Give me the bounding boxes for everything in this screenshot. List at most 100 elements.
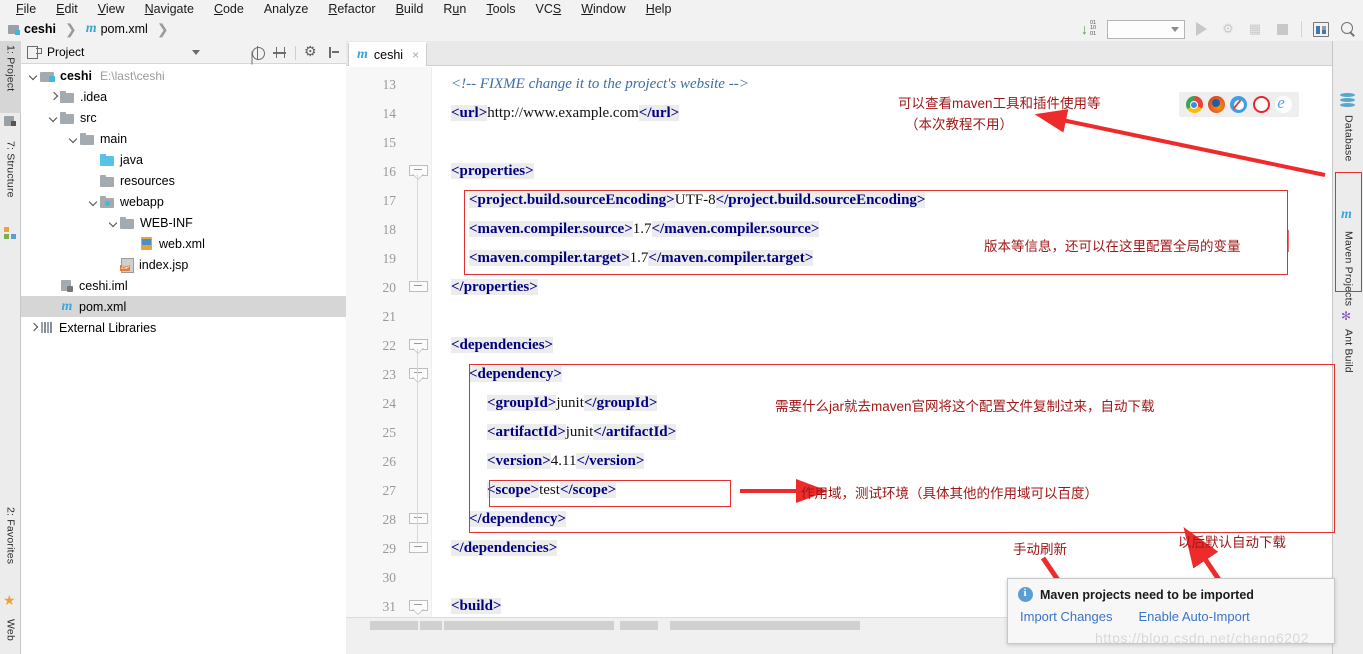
- horizontal-scrollbar[interactable]: [370, 621, 1000, 630]
- tree-item-web-inf[interactable]: WEB-INF: [21, 212, 346, 233]
- code-line[interactable]: </dependencies>: [433, 534, 558, 563]
- sidebar-item-favorites[interactable]: 2: Favorites: [0, 503, 21, 589]
- code-line[interactable]: <dependencies>: [433, 331, 554, 360]
- tree-item-label: main: [100, 131, 128, 146]
- chrome-icon[interactable]: [1185, 96, 1203, 113]
- tree-item-resources[interactable]: resources: [21, 170, 346, 191]
- gear-icon[interactable]: [304, 43, 318, 60]
- sidebar-item-web[interactable]: Web: [0, 615, 21, 654]
- run-button[interactable]: [1190, 19, 1212, 39]
- tree-item-label: java: [120, 152, 143, 167]
- menu-item-analyze[interactable]: Analyze: [254, 2, 318, 16]
- search-button[interactable]: [1337, 19, 1359, 39]
- hide-panel-icon[interactable]: [327, 46, 340, 59]
- annotation-box-scope: [489, 480, 731, 507]
- chevron-down-icon[interactable]: [87, 195, 100, 208]
- code-editor[interactable]: 13 14 15 16 17 18 19 20 21 22 23 24 25 26 27 28 29 30 31 <…: [346, 67, 1332, 654]
- chevron-down-icon[interactable]: [192, 50, 200, 55]
- enable-auto-import-link[interactable]: Enable Auto-Import: [1139, 609, 1250, 624]
- sidebar-item-database-label: Database: [1342, 115, 1355, 162]
- tree-item-web-xml[interactable]: web.xml: [21, 233, 346, 254]
- line-number: 29: [382, 541, 397, 556]
- line-number: 23: [382, 367, 397, 382]
- sidebar-item-ant-build[interactable]: Ant Build: [1338, 325, 1359, 401]
- code-line[interactable]: <properties>: [433, 157, 534, 186]
- line-number: 16: [382, 164, 397, 179]
- code-token: </dependencies>: [451, 540, 558, 556]
- menu-item-edit[interactable]: Edit: [46, 2, 88, 16]
- tree-item-pom-xml[interactable]: m pom.xml: [21, 296, 346, 317]
- project-view-icon: [27, 46, 42, 59]
- line-number: 19: [382, 251, 397, 266]
- tree-item-ceshi[interactable]: ceshi E:\last\ceshi: [21, 65, 346, 86]
- run-configuration-select[interactable]: [1107, 19, 1185, 39]
- menu-item-run[interactable]: Run: [433, 2, 476, 16]
- code-fold-column[interactable]: [406, 67, 432, 654]
- menu-item-code[interactable]: Code: [204, 2, 254, 16]
- ie-icon[interactable]: [1275, 93, 1293, 113]
- chevron-down-icon[interactable]: [47, 111, 60, 124]
- code-line[interactable]: <url>http://www.example.com</url>: [433, 99, 680, 128]
- sidebar-item-structure[interactable]: 7: Structure: [0, 137, 21, 225]
- tree-item-index-jsp[interactable]: index.jsp: [21, 254, 346, 275]
- download-icon[interactable]: ↓ 01 10 01: [1080, 20, 1102, 37]
- chevron-down-icon[interactable]: [27, 69, 40, 82]
- download-digits: 01 10 01: [1090, 20, 1097, 37]
- tree-item-src[interactable]: src: [21, 107, 346, 128]
- menu-item-tools[interactable]: Tools: [476, 2, 525, 16]
- module-icon: [8, 24, 20, 35]
- safari-icon[interactable]: [1230, 96, 1248, 113]
- close-icon[interactable]: ×: [412, 48, 419, 62]
- menu-item-vcs[interactable]: VCS: [526, 2, 572, 16]
- tree-item--idea[interactable]: .idea: [21, 86, 346, 107]
- chevron-down-icon[interactable]: [107, 216, 120, 229]
- code-token: <url>: [451, 105, 488, 121]
- chevron-right-icon[interactable]: [27, 321, 40, 334]
- menu-item-view[interactable]: View: [88, 2, 135, 16]
- editor-tab-ceshi[interactable]: m ceshi ×: [348, 42, 428, 66]
- menu-item-refactor[interactable]: Refactor: [318, 2, 385, 16]
- sidebar-item-web-label: Web: [4, 619, 17, 641]
- coverage-button[interactable]: ▦: [1244, 19, 1266, 39]
- import-changes-link[interactable]: Import Changes: [1020, 609, 1113, 624]
- tree-item-webapp[interactable]: webapp: [21, 191, 346, 212]
- chevron-right-icon[interactable]: [47, 90, 60, 103]
- tree-item-label: WEB-INF: [140, 215, 193, 230]
- structure-search-button[interactable]: [1310, 19, 1332, 39]
- menu-item-file[interactable]: File: [6, 2, 46, 16]
- sidebar-item-project[interactable]: 1: Project: [0, 41, 21, 113]
- editor-tab-bar: m ceshi ×: [346, 41, 1332, 66]
- code-line[interactable]: <!-- FIXME change it to the project's we…: [433, 70, 749, 99]
- webapp-folder-icon: [100, 195, 115, 208]
- source-folder-icon: [100, 153, 115, 166]
- tree-item-java[interactable]: java: [21, 149, 346, 170]
- line-number: 26: [382, 454, 397, 469]
- tree-item-ceshi-iml[interactable]: ceshi.iml: [21, 275, 346, 296]
- tree-item-external-libraries[interactable]: External Libraries: [21, 317, 346, 338]
- breadcrumb-project[interactable]: ceshi: [24, 22, 56, 36]
- stop-icon: [1276, 23, 1288, 35]
- breadcrumb-file[interactable]: pom.xml: [101, 22, 148, 36]
- debug-button[interactable]: ⚙: [1217, 19, 1239, 39]
- menu-item-navigate[interactable]: Navigate: [135, 2, 204, 16]
- line-number: 21: [382, 309, 397, 324]
- line-number: 13: [382, 77, 397, 92]
- menu-item-help[interactable]: Help: [636, 2, 682, 16]
- code-content[interactable]: <!-- FIXME change it to the project's we…: [433, 67, 1332, 654]
- tree-item-label: ceshi.iml: [79, 278, 128, 293]
- tree-item-main[interactable]: main: [21, 128, 346, 149]
- browser-launch-bar[interactable]: [1179, 92, 1299, 117]
- stop-button[interactable]: [1271, 19, 1293, 39]
- annotation-jar-download: 需要什么jar就去maven官网将这个配置文件复制过来，自动下载: [775, 399, 1155, 414]
- firefox-icon[interactable]: [1208, 96, 1226, 113]
- menu-item-build[interactable]: Build: [386, 2, 434, 16]
- folder-icon: [120, 216, 135, 229]
- breadcrumb-separator-1: ❯: [64, 20, 77, 37]
- fold-guide: [417, 378, 418, 515]
- opera-icon[interactable]: [1252, 96, 1270, 113]
- chevron-down-icon[interactable]: [67, 132, 80, 145]
- menu-item-window[interactable]: Window: [571, 2, 635, 16]
- collapse-all-icon[interactable]: [273, 46, 286, 59]
- locate-icon[interactable]: [251, 46, 265, 60]
- code-line[interactable]: </properties>: [433, 273, 538, 302]
